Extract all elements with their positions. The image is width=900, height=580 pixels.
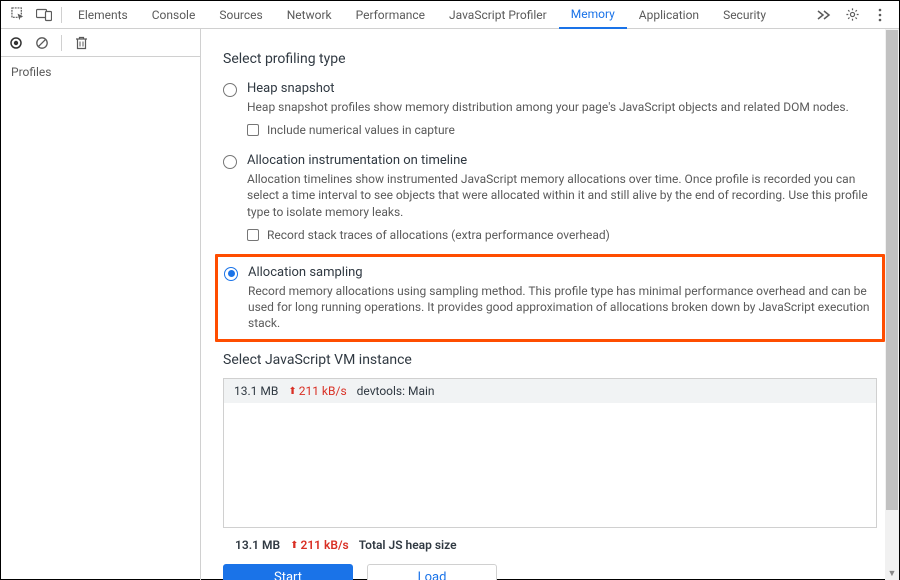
option-title[interactable]: Allocation sampling xyxy=(248,265,876,280)
tab-memory[interactable]: Memory xyxy=(559,1,627,29)
memory-content: Select profiling type Heap snapshot Heap… xyxy=(201,29,899,580)
tab-js-profiler[interactable]: JavaScript Profiler xyxy=(437,1,559,29)
vm-instance-row[interactable]: 13.1 MB ⬆ 211 kB/s devtools: Main xyxy=(224,379,876,403)
vm-name: devtools: Main xyxy=(357,384,435,398)
memory-panel: ▼ Select profiling type Heap snapshot He… xyxy=(201,29,899,580)
option-desc: Heap snapshot profiles show memory distr… xyxy=(247,99,877,115)
tab-security[interactable]: Security xyxy=(711,1,778,29)
scrollbar[interactable]: ▼ xyxy=(885,29,899,580)
tab-elements[interactable]: Elements xyxy=(66,1,140,29)
option-desc: Record memory allocations using sampling… xyxy=(248,283,876,332)
scrollbar-thumb[interactable] xyxy=(886,30,898,510)
more-tabs-icon[interactable] xyxy=(813,2,835,28)
delete-trash-icon[interactable] xyxy=(72,34,90,52)
subopt-record-stacks: Record stack traces of allocations (extr… xyxy=(247,226,877,246)
option-title[interactable]: Allocation instrumentation on timeline xyxy=(247,153,877,168)
sidebar-heading: Profiles xyxy=(1,57,200,87)
heap-total-label: Total JS heap size xyxy=(359,538,457,552)
vm-instance-list: 13.1 MB ⬆ 211 kB/s devtools: Main xyxy=(223,378,877,528)
heap-rate-value: 211 kB/s xyxy=(300,538,348,552)
clear-icon[interactable] xyxy=(33,34,51,52)
action-buttons: Start Load xyxy=(223,558,877,580)
arrow-up-icon: ⬆ xyxy=(288,386,296,397)
sidebar-toolbar xyxy=(1,29,200,57)
tab-application[interactable]: Application xyxy=(627,1,711,29)
arrow-up-icon: ⬆ xyxy=(290,540,298,551)
tab-performance[interactable]: Performance xyxy=(344,1,437,29)
subopt-include-numerical: Include numerical values in capture xyxy=(247,121,877,141)
heap-rate: ⬆ 211 kB/s xyxy=(290,538,349,552)
profiles-sidebar: Profiles xyxy=(1,29,201,580)
heap-summary: 13.1 MB ⬆ 211 kB/s Total JS heap size xyxy=(223,528,877,558)
device-toolbar-icon[interactable] xyxy=(31,2,57,28)
section-profiling-type: Select profiling type xyxy=(223,51,877,67)
subopt-label[interactable]: Record stack traces of allocations (extr… xyxy=(267,228,610,242)
panel-tabs: Elements Console Sources Network Perform… xyxy=(66,1,813,29)
inspect-element-icon[interactable] xyxy=(5,2,31,28)
checkbox-include-numerical[interactable] xyxy=(247,124,259,136)
load-button[interactable]: Load xyxy=(367,564,497,580)
vm-rate-value: 211 kB/s xyxy=(299,384,347,398)
settings-gear-icon[interactable] xyxy=(841,2,863,28)
radio-allocation-sampling[interactable] xyxy=(224,267,238,281)
devtools-body: Profiles ▼ Select profiling type Heap sn… xyxy=(1,29,899,580)
separator xyxy=(61,7,62,23)
option-title[interactable]: Heap snapshot xyxy=(247,81,877,96)
heap-size: 13.1 MB xyxy=(235,538,280,552)
option-allocation-sampling: Allocation sampling Record memory alloca… xyxy=(224,261,876,334)
tab-sources[interactable]: Sources xyxy=(207,1,274,29)
vm-size: 13.1 MB xyxy=(234,384,278,398)
separator xyxy=(61,35,62,51)
scroll-down-icon[interactable]: ▼ xyxy=(885,566,899,580)
record-icon[interactable] xyxy=(7,34,25,52)
section-vm-instance: Select JavaScript VM instance xyxy=(223,352,877,368)
option-desc: Allocation timelines show instrumented J… xyxy=(247,171,877,220)
subopt-label[interactable]: Include numerical values in capture xyxy=(267,123,455,137)
radio-allocation-timeline[interactable] xyxy=(223,155,237,169)
checkbox-record-stacks[interactable] xyxy=(247,229,259,241)
highlight-allocation-sampling: Allocation sampling Record memory alloca… xyxy=(215,254,885,343)
topbar-right-icons xyxy=(813,2,895,28)
radio-heap-snapshot[interactable] xyxy=(223,83,237,97)
option-heap-snapshot: Heap snapshot Heap snapshot profiles sho… xyxy=(223,77,877,149)
option-allocation-timeline: Allocation instrumentation on timeline A… xyxy=(223,149,877,254)
tab-console[interactable]: Console xyxy=(140,1,208,29)
devtools-topbar: Elements Console Sources Network Perform… xyxy=(1,1,899,29)
start-button[interactable]: Start xyxy=(223,564,353,580)
tab-network[interactable]: Network xyxy=(275,1,344,29)
vm-rate: ⬆ 211 kB/s xyxy=(288,384,346,398)
kebab-menu-icon[interactable] xyxy=(869,2,891,28)
